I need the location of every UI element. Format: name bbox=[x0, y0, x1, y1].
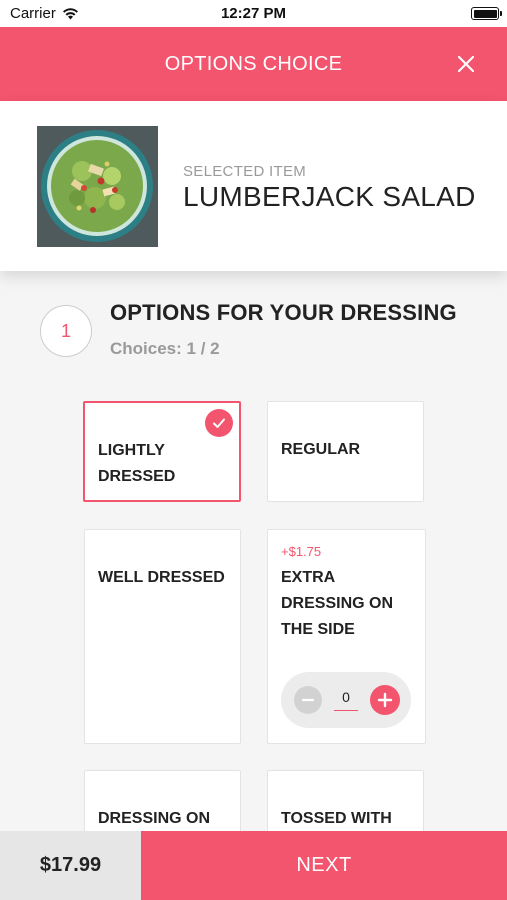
option-label: EXTRA DRESSING ON THE SIDE bbox=[281, 569, 394, 638]
status-left: Carrier bbox=[10, 5, 79, 22]
close-button[interactable] bbox=[453, 51, 479, 77]
plus-icon bbox=[377, 692, 393, 708]
choices-count: Choices: 1 / 2 bbox=[110, 339, 220, 358]
option-label: DRESSING ON bbox=[98, 810, 211, 827]
wifi-icon bbox=[62, 8, 78, 20]
option-regular[interactable]: REGULAR bbox=[267, 401, 424, 502]
next-button[interactable]: NEXT bbox=[141, 831, 507, 900]
option-label: TOSSED WITH bbox=[281, 810, 392, 827]
salad-photo bbox=[37, 126, 158, 247]
status-bar: Carrier 12:27 PM bbox=[0, 0, 507, 27]
minus-icon bbox=[301, 698, 315, 702]
page-title: OPTIONS CHOICE bbox=[164, 52, 343, 75]
quantity-value[interactable]: 0 bbox=[334, 689, 358, 711]
carrier-label: Carrier bbox=[10, 5, 56, 22]
decrement-button[interactable] bbox=[294, 686, 322, 714]
option-label: LIGHTLY DRESSED bbox=[98, 442, 176, 485]
item-name: LUMBERJACK SALAD bbox=[183, 181, 476, 212]
option-label: WELL DRESSED bbox=[98, 569, 225, 586]
quantity-stepper: 0 bbox=[281, 672, 411, 728]
option-lightly-dressed[interactable]: LIGHTLY DRESSED bbox=[83, 401, 241, 502]
total-price: $17.99 bbox=[0, 831, 141, 900]
section-title: OPTIONS FOR YOUR DRESSING bbox=[110, 300, 457, 325]
selected-item-card: SELECTED ITEM LUMBERJACK SALAD bbox=[0, 101, 507, 271]
step-number-badge: 1 bbox=[40, 305, 92, 357]
battery-icon bbox=[471, 7, 502, 20]
selected-item-label: SELECTED ITEM bbox=[183, 163, 307, 180]
close-icon bbox=[457, 55, 475, 73]
option-price: +$1.75 bbox=[281, 544, 322, 559]
option-well-dressed[interactable]: WELL DRESSED bbox=[84, 529, 241, 744]
nav-bar: OPTIONS CHOICE bbox=[0, 27, 507, 101]
checkmark-icon bbox=[205, 409, 233, 437]
option-label: REGULAR bbox=[281, 441, 361, 458]
increment-button[interactable] bbox=[370, 685, 400, 715]
option-extra-dressing[interactable]: +$1.75 EXTRA DRESSING ON THE SIDE 0 bbox=[267, 529, 426, 744]
